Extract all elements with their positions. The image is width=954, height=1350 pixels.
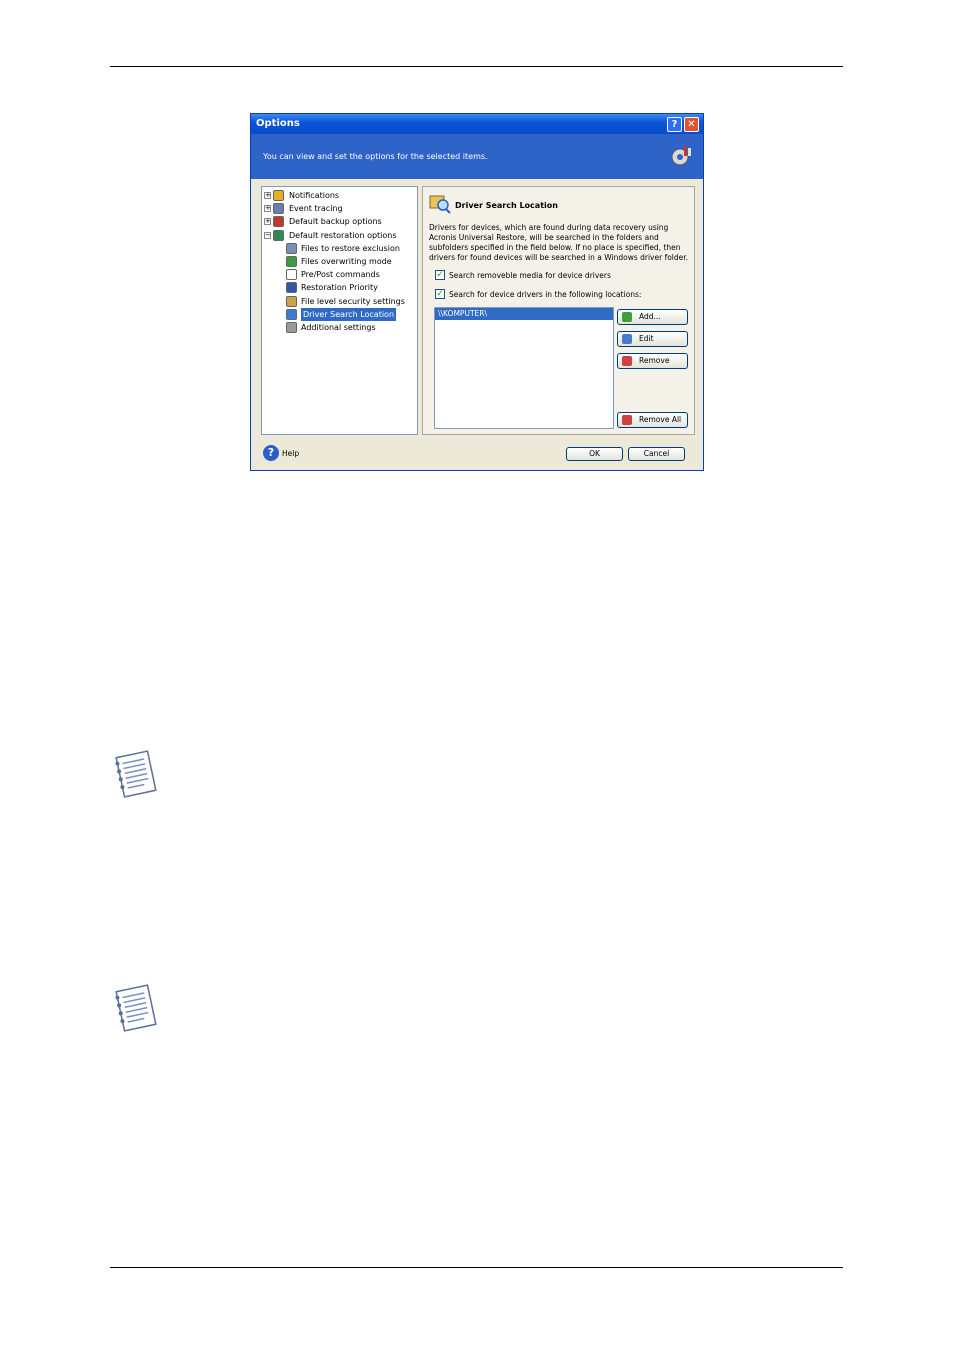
note-icon xyxy=(115,750,157,798)
options-tree: + Notifications + Event tracing + Default bac… xyxy=(261,186,418,435)
tree-item[interactable]: Pre/Post commands xyxy=(262,268,417,281)
exclusion-icon xyxy=(286,242,297,254)
tree-item-label: Default backup options xyxy=(289,217,382,227)
add-icon xyxy=(622,312,632,322)
notifications-icon xyxy=(273,190,284,201)
tree-item-label: Notifications xyxy=(289,191,340,200)
footer-rule xyxy=(110,1267,843,1268)
remove-all-button[interactable]: Remove All xyxy=(617,412,688,428)
tree-item[interactable]: + Default backup options xyxy=(262,215,417,228)
add-button-label: Add... xyxy=(639,312,661,321)
note-icon xyxy=(115,984,157,1032)
dialog-title: Options xyxy=(256,118,300,129)
tree-item[interactable]: Files to restore exclusion xyxy=(262,242,417,255)
help-icon[interactable]: ? xyxy=(263,445,279,461)
priority-icon xyxy=(286,282,297,294)
remove-all-icon xyxy=(622,415,632,425)
tree-item-label: Event tracing xyxy=(289,204,343,214)
list-item[interactable]: \\KOMPUTER\ xyxy=(435,308,613,320)
edit-button[interactable]: Edit xyxy=(617,331,688,347)
options-dialog: Options ? ✕ You can view and set the opt… xyxy=(250,113,704,471)
header-rule xyxy=(110,66,843,67)
tree-item-label: Files to restore exclusion xyxy=(301,243,400,253)
tree-item[interactable]: + Notifications xyxy=(262,189,417,202)
panel-description: Drivers for devices, which are found dur… xyxy=(429,223,689,262)
expand-icon[interactable]: + xyxy=(264,205,271,213)
help-link[interactable]: Help xyxy=(282,449,299,458)
event-tracing-icon xyxy=(273,203,284,215)
additional-settings-icon xyxy=(286,322,297,333)
tree-item-label: Additional settings xyxy=(301,323,376,332)
tree-item[interactable]: File level security settings xyxy=(262,295,417,308)
remove-button-label: Remove xyxy=(639,356,670,365)
tree-item-label: Pre/Post commands xyxy=(301,270,380,280)
tree-item[interactable]: Driver Search Location xyxy=(262,307,417,321)
titlebar-help-button[interactable]: ? xyxy=(667,117,682,132)
tree-item-label: File level security settings xyxy=(301,296,405,306)
edit-icon xyxy=(622,334,632,344)
tree-item[interactable]: + Event tracing xyxy=(262,202,417,215)
edit-button-label: Edit xyxy=(639,334,654,343)
overwrite-icon xyxy=(286,256,297,267)
commands-icon xyxy=(286,269,297,281)
expand-icon[interactable]: + xyxy=(264,192,271,199)
tree-item-label: Default restoration options xyxy=(289,230,397,240)
tree-item[interactable]: − Default restoration options xyxy=(262,229,417,242)
driver-search-icon xyxy=(286,308,297,320)
security-icon xyxy=(286,295,297,307)
tree-item-label: Files overwriting mode xyxy=(301,257,392,266)
remove-all-button-label: Remove All xyxy=(639,415,682,424)
panel-title: Driver Search Location xyxy=(455,201,558,210)
expand-icon[interactable]: + xyxy=(264,218,271,226)
tree-item[interactable]: Restoration Priority xyxy=(262,281,417,294)
cancel-button[interactable]: Cancel xyxy=(628,447,685,461)
remove-icon xyxy=(622,356,632,366)
driver-search-location-icon xyxy=(429,195,451,214)
dialog-titlebar: Options xyxy=(251,114,703,134)
collapse-icon[interactable]: − xyxy=(264,231,271,239)
tree-item-label: Driver Search Location xyxy=(301,307,397,321)
locations-list[interactable]: \\KOMPUTER\ xyxy=(434,307,614,429)
search-removable-media-label: Search removeble media for device driver… xyxy=(449,271,611,280)
search-locations-label: Search for device drivers in the followi… xyxy=(449,290,642,299)
tree-item[interactable]: Additional settings xyxy=(262,321,417,334)
backup-options-icon xyxy=(273,216,284,228)
remove-button[interactable]: Remove xyxy=(617,353,688,369)
titlebar-close-button[interactable]: ✕ xyxy=(684,117,699,132)
dialog-banner: You can view and set the options for the… xyxy=(251,134,703,179)
banner-text: You can view and set the options for the… xyxy=(263,152,488,161)
ok-button[interactable]: OK xyxy=(566,447,623,461)
search-removable-media-checkbox[interactable]: ✓ xyxy=(435,270,445,280)
restoration-options-icon xyxy=(273,229,284,241)
gear-icon xyxy=(671,146,691,166)
search-locations-checkbox[interactable]: ✓ xyxy=(435,289,445,299)
add-button[interactable]: Add... xyxy=(617,309,688,325)
options-panel: Driver Search Location Drivers for devic… xyxy=(422,186,695,435)
tree-item-label: Restoration Priority xyxy=(301,283,378,293)
tree-item[interactable]: Files overwriting mode xyxy=(262,255,417,268)
